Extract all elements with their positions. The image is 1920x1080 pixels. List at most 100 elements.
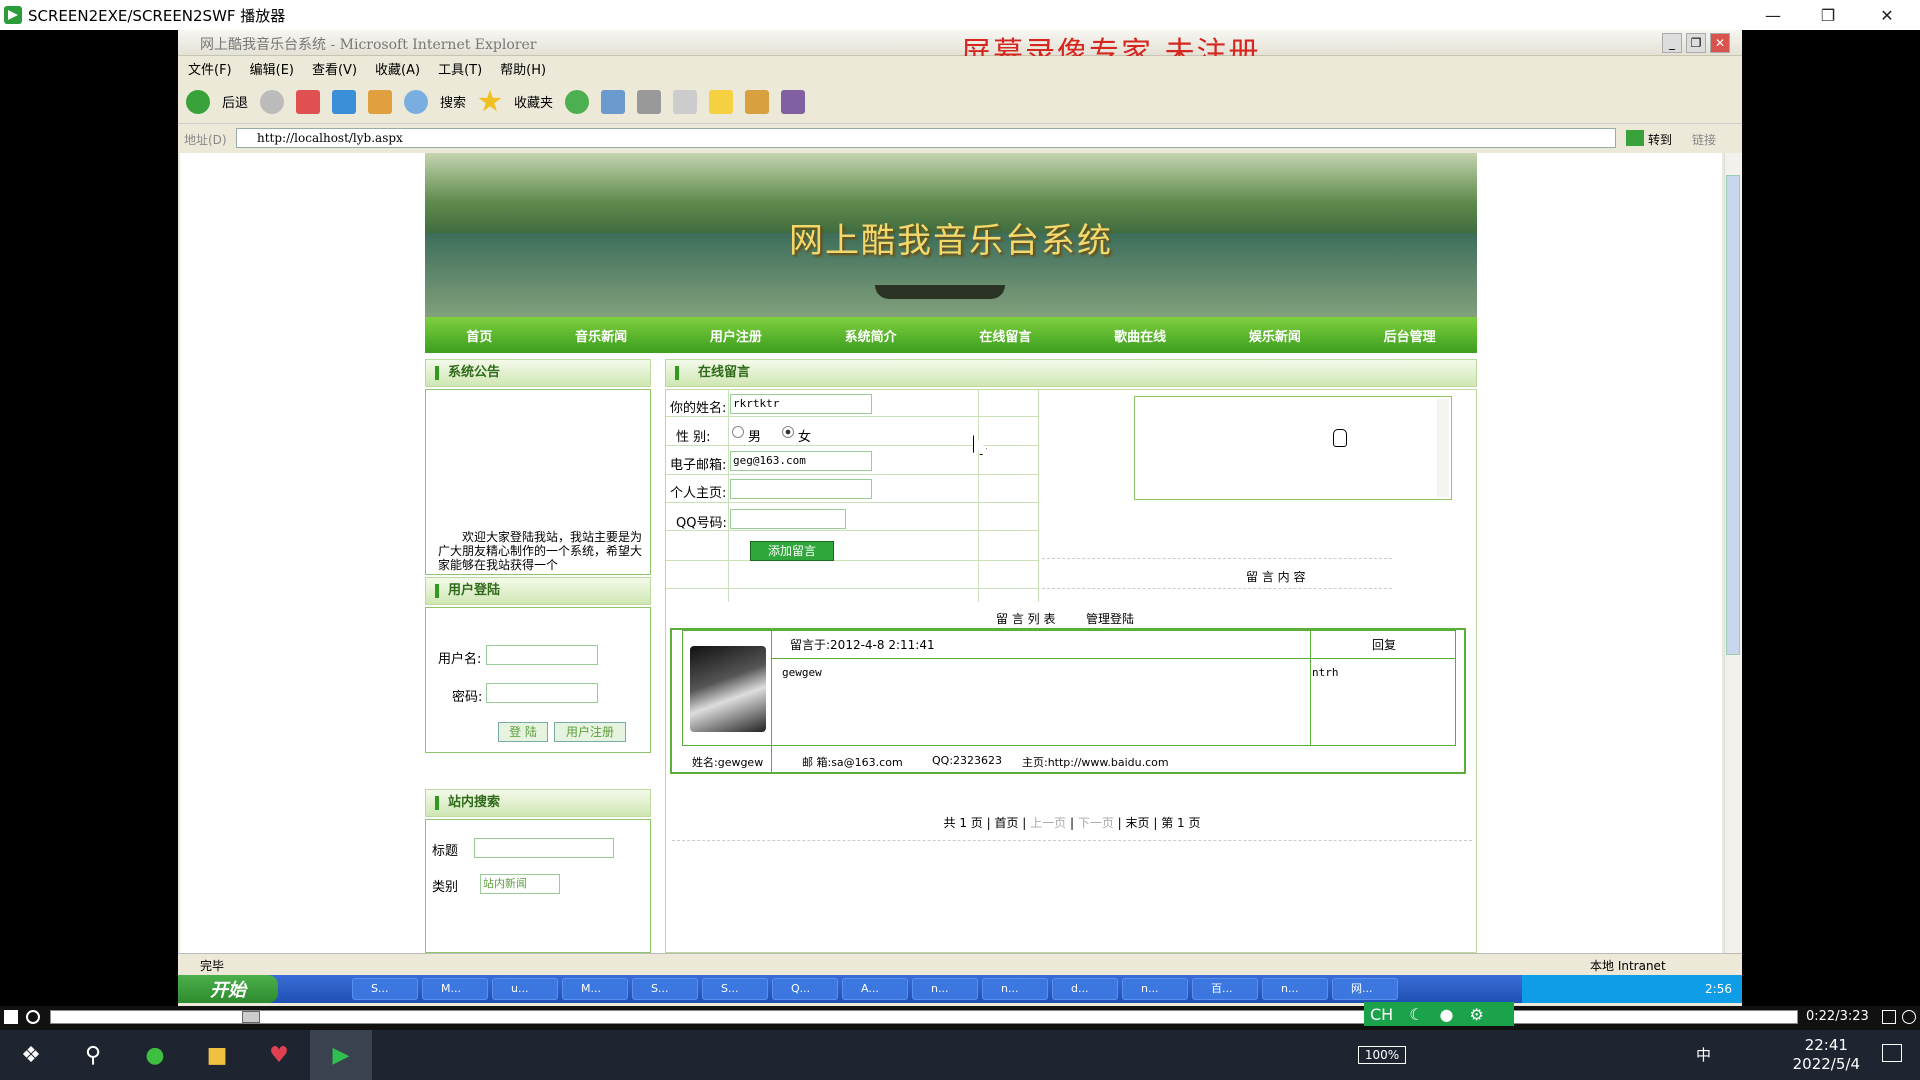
textarea-scrollbar[interactable] [1437,399,1449,497]
gear-icon[interactable]: ⚙ [1470,1005,1484,1024]
battery-indicator[interactable]: 100% [1358,1046,1406,1064]
menu-favorites[interactable]: 收藏(A) [375,59,420,78]
notification-icon[interactable] [1882,1044,1902,1062]
ime-toolbar[interactable]: CH ☾ ● ⚙ [1364,1002,1514,1026]
xp-task[interactable]: S... [702,978,768,1000]
pause-icon[interactable] [4,1010,18,1024]
xp-task[interactable]: d... [1052,978,1118,1000]
menu-view[interactable]: 查看(V) [312,59,357,78]
name-input[interactable]: rkrtktr [730,394,872,414]
homepage-input[interactable] [730,479,872,499]
ime-indicator[interactable]: 中 [1696,1044,1711,1065]
app-heart-icon[interactable]: ♥ [248,1030,310,1080]
info-icon[interactable] [1902,1010,1916,1024]
favorites-star-icon[interactable] [478,89,502,112]
gender-female-radio[interactable] [782,426,794,438]
links-label[interactable]: 链接 [1692,131,1716,148]
nav-entertainment[interactable]: 娱乐新闻 [1249,326,1301,345]
browser-icon[interactable]: ● [124,1030,186,1080]
ie-minimize-icon[interactable]: _ [1662,33,1682,53]
nav-home[interactable]: 首页 [466,326,492,345]
media-icon[interactable] [565,89,590,114]
qq-input[interactable] [730,509,846,529]
address-input[interactable]: http://localhost/lyb.aspx [236,128,1616,148]
moon-icon[interactable]: ☾ [1409,1005,1423,1024]
username-input[interactable] [486,645,598,665]
xp-task[interactable]: n... [1262,978,1328,1000]
seek-knob[interactable] [242,1011,261,1023]
favorites-label[interactable]: 收藏夹 [514,92,553,111]
search-category-select[interactable]: 站内新闻 [480,874,560,894]
xp-task[interactable]: n... [1122,978,1188,1000]
research-icon[interactable] [745,89,770,114]
nav-guestbook[interactable]: 在线留言 [979,326,1031,345]
xp-task[interactable]: M... [562,978,628,1000]
user-icon[interactable]: ● [1440,1005,1454,1024]
xp-task[interactable]: u... [492,978,558,1000]
clock[interactable]: 22:41 2022/5/4 [1793,1036,1860,1074]
pager-next[interactable]: 下一页 [1078,816,1114,830]
search-icon[interactable]: ⚲ [62,1030,124,1080]
refresh-icon[interactable] [332,89,357,114]
admin-login-link[interactable]: 管理登陆 [1086,610,1134,627]
ie-close-icon[interactable]: ✕ [1710,33,1730,53]
pager-last[interactable]: 末页 [1126,816,1150,830]
xp-task[interactable]: 网... [1332,978,1398,1000]
search-label[interactable]: 搜索 [440,92,466,111]
page-scrollbar-thumb[interactable] [1726,175,1740,655]
back-icon[interactable] [186,89,210,114]
forward-icon[interactable] [260,89,285,114]
print-icon[interactable] [637,89,662,114]
xp-task[interactable]: S... [632,978,698,1000]
ime-label[interactable]: CH [1370,1005,1393,1024]
register-button[interactable]: 用户注册 [554,722,626,742]
stop-icon[interactable] [26,1010,40,1024]
menu-help[interactable]: 帮助(H) [500,59,546,78]
xp-task[interactable]: n... [912,978,978,1000]
player-taskbar-icon[interactable]: ▶ [310,1030,372,1080]
xp-task[interactable]: S... [352,978,418,1000]
edit-icon[interactable] [673,89,698,114]
xp-task[interactable]: 百... [1192,978,1258,1000]
file-explorer-icon[interactable]: ■ [186,1030,248,1080]
nav-music-news[interactable]: 音乐新闻 [575,326,627,345]
minimize-icon[interactable]: — [1750,0,1796,30]
nav-register[interactable]: 用户注册 [710,326,762,345]
pager-first[interactable]: 首页 [994,816,1018,830]
discuss-icon[interactable] [709,89,734,114]
menu-file[interactable]: 文件(F) [188,59,232,78]
add-message-button[interactable]: 添加留言 [750,541,834,561]
stop-icon[interactable] [296,89,321,114]
close-icon[interactable]: ✕ [1864,0,1910,30]
fullscreen-icon[interactable] [1882,1010,1896,1024]
ie-restore-icon[interactable]: ❐ [1686,33,1706,53]
nav-admin[interactable]: 后台管理 [1384,326,1436,345]
menu-tools[interactable]: 工具(T) [438,59,482,78]
xp-task[interactable]: A... [842,978,908,1000]
messenger-icon[interactable] [781,89,806,114]
back-label[interactable]: 后退 [222,92,248,111]
search-title-input[interactable] [474,838,614,858]
mail-icon[interactable] [601,89,626,114]
login-button[interactable]: 登 陆 [498,722,548,742]
password-input[interactable] [486,683,598,703]
xp-task[interactable]: Q... [772,978,838,1000]
nav-songs[interactable]: 歌曲在线 [1114,326,1166,345]
xp-task[interactable]: n... [982,978,1048,1000]
go-button[interactable]: 转到 [1648,131,1672,148]
go-arrow-icon[interactable] [1626,130,1644,146]
xp-start-button[interactable]: 开始 [178,975,278,1003]
message-homepage[interactable]: 主页:http://www.baidu.com [1022,754,1169,770]
restore-icon[interactable]: ❐ [1805,0,1851,30]
email-input[interactable]: geg@163.com [730,451,872,471]
menu-edit[interactable]: 编辑(E) [250,59,294,78]
gender-male-radio[interactable] [732,426,744,438]
seek-bar[interactable] [50,1010,1798,1024]
xp-task[interactable]: M... [422,978,488,1000]
content-textarea[interactable] [1134,396,1452,500]
nav-about[interactable]: 系统简介 [845,326,897,345]
home-icon[interactable] [368,89,393,114]
search-icon[interactable] [404,89,429,114]
windows-start-icon[interactable]: ❖ [0,1030,62,1080]
pager-prev[interactable]: 上一页 [1030,816,1066,830]
